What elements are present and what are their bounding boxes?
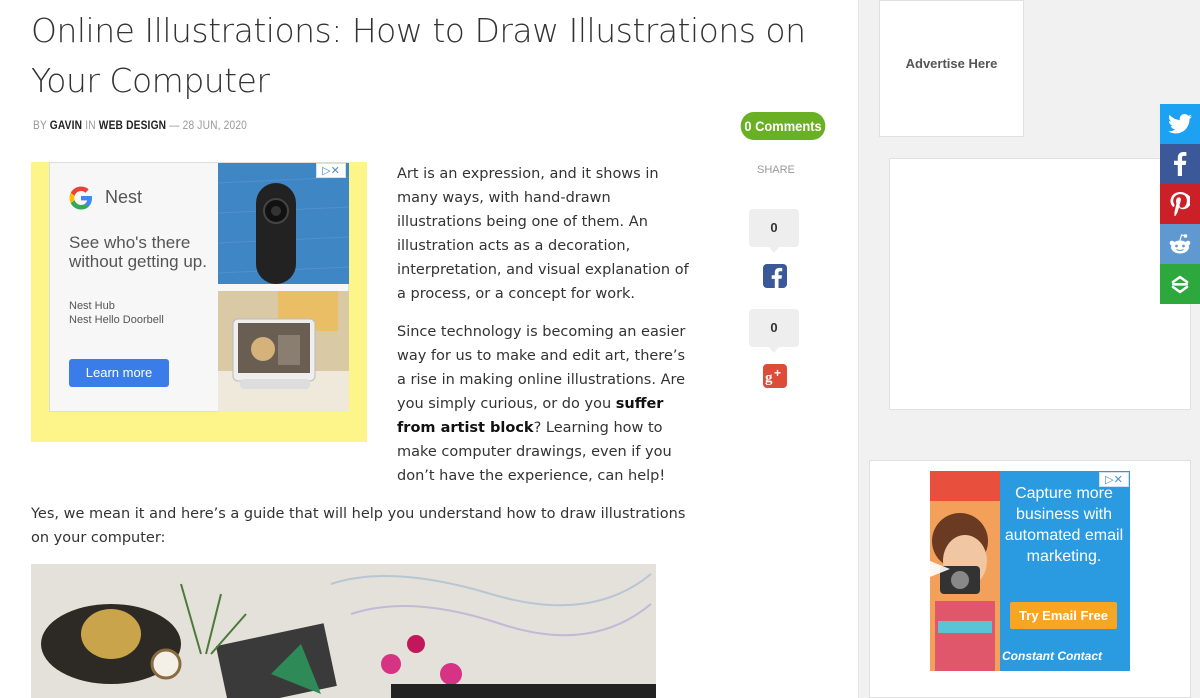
reddit-share-button[interactable]: [1160, 224, 1200, 264]
facebook-icon[interactable]: [763, 264, 787, 288]
pinterest-icon: [1170, 192, 1190, 216]
facebook-share-count: 0: [749, 209, 799, 253]
ad-headline: See who's there without getting up.: [69, 233, 207, 271]
author-link[interactable]: GAVIN: [50, 118, 82, 132]
ad-nest-hub-image: [218, 291, 349, 412]
share-label: SHARE: [757, 164, 795, 176]
byline: BY GAVIN IN WEB DESIGN — 28 JUN, 2020: [33, 118, 247, 132]
more-options-icon: [1171, 275, 1189, 294]
article-title: Online Illustrations: How to Draw Illust…: [31, 11, 806, 100]
google-logo-icon: [69, 186, 92, 210]
byline-by: BY: [33, 118, 47, 132]
facebook-share-button[interactable]: [1160, 144, 1200, 184]
constant-contact-logo: Constant Contact: [1002, 649, 1102, 663]
learn-more-button[interactable]: Learn more: [69, 359, 169, 387]
ad-product-2: Nest Hello Doorbell: [69, 314, 164, 326]
floating-social-bar: [1160, 104, 1200, 304]
ad-doorbell-image: [218, 163, 349, 284]
advertise-here-label: Advertise Here: [905, 56, 998, 71]
svg-text:g: g: [765, 370, 773, 386]
twitter-share-button[interactable]: [1160, 104, 1200, 144]
post-date: 28 JUN, 2020: [182, 118, 248, 132]
byline-dash: —: [169, 118, 180, 132]
ad-products: Nest Hub Nest Hello Doorbell: [69, 299, 219, 327]
constant-contact-ad[interactable]: Capture more business with automated ema…: [930, 471, 1130, 671]
article: Online Illustrations: How to Draw Illust…: [0, 0, 858, 698]
reddit-icon: [1169, 234, 1191, 254]
twitter-icon: [1168, 114, 1192, 134]
pinterest-share-button[interactable]: [1160, 184, 1200, 224]
ad-product-1: Nest Hub: [69, 300, 115, 312]
ad-woman-camera-image: [930, 471, 1000, 671]
article-hero-image: [31, 564, 656, 698]
category-link[interactable]: WEB DESIGN: [99, 118, 166, 132]
adchoices-icon[interactable]: ▷✕: [316, 163, 346, 178]
comments-button[interactable]: 0 Comments: [740, 112, 826, 140]
svg-text:+: +: [774, 366, 781, 380]
cc-ad-headline: Capture more business with automated ema…: [1004, 485, 1124, 565]
paragraph-1: Art is an expression, and it shows in ma…: [397, 166, 689, 302]
facebook-bar-icon: [1174, 152, 1187, 176]
paragraph-2: Since technology is becoming an easier w…: [397, 320, 693, 488]
byline-in: IN: [85, 118, 96, 132]
sidebar-widget-empty: [889, 158, 1191, 410]
paragraph-3: Yes, we mean it and here’s a guide that …: [31, 506, 686, 546]
google-share-count: 0: [749, 309, 799, 353]
sidebar-adchoices-icon[interactable]: ▷✕: [1099, 472, 1129, 487]
inline-ad[interactable]: Nest See who's there without getting up.…: [49, 162, 349, 412]
try-email-free-button[interactable]: Try Email Free: [1010, 602, 1117, 629]
advertise-here-box[interactable]: Advertise Here: [879, 0, 1024, 137]
google-plus-icon[interactable]: g +: [763, 364, 787, 388]
more-share-button[interactable]: [1160, 264, 1200, 304]
ad-brand: Nest: [105, 187, 143, 207]
